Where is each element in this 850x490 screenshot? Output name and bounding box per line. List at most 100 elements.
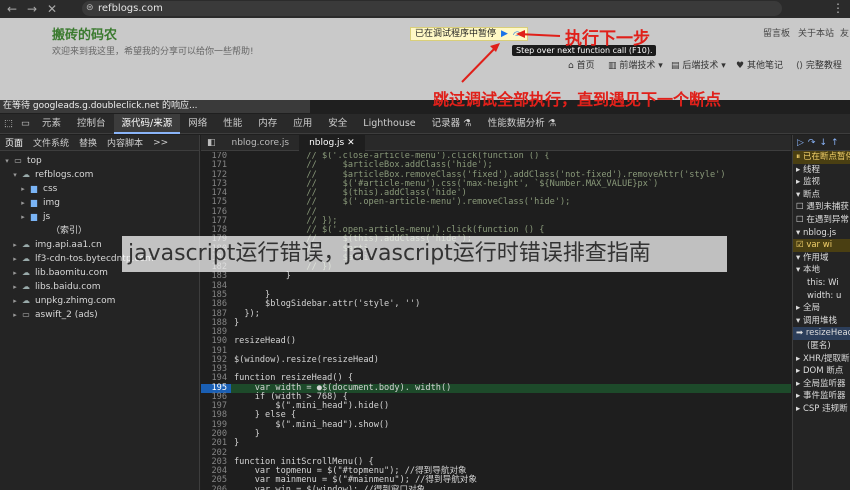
tree-item[interactable]: ▾ ▭ top <box>0 154 199 168</box>
tab-sources[interactable]: 源代码/来源 <box>113 113 181 134</box>
code-line[interactable]: 200 } <box>201 429 791 439</box>
tab-recorder[interactable]: 记录器 ⚗ <box>424 114 480 134</box>
expand-arrow-icon[interactable]: ▸ <box>18 210 28 224</box>
editor-tabbar: ◧ nblog.core.js nblog.js ✕ <box>201 134 791 151</box>
toggle-navigator-icon[interactable]: ◧ <box>201 135 222 151</box>
tab-lighthouse[interactable]: Lighthouse <box>355 114 423 134</box>
code-line[interactable]: 199 $(".mini_head").show() <box>201 420 791 430</box>
line-source: $(window).resize(resizeHead) <box>234 354 379 365</box>
tree-item-label: css <box>43 184 58 194</box>
debugger-row[interactable]: this: Wi <box>793 277 850 290</box>
debugger-row[interactable]: ➡ resizeHead <box>793 327 850 340</box>
debugger-row[interactable]: (匿名) <box>793 340 850 353</box>
debugger-row[interactable]: ▸ 全局 <box>793 302 850 315</box>
line-source: } <box>234 271 291 282</box>
expand-arrow-icon[interactable]: ▸ <box>10 280 20 294</box>
tab-performance[interactable]: 性能 <box>215 114 250 134</box>
expand-arrow-icon[interactable]: ▾ <box>2 154 12 168</box>
debugger-row[interactable]: ☐ 在遇到异常 <box>793 214 850 227</box>
folder-icon: ▆ <box>30 212 38 221</box>
code-line[interactable]: 184 <box>201 281 791 291</box>
debugger-row[interactable]: ▸ 全局监听器 <box>793 378 850 391</box>
debugger-sidebar: ▷ ↷ ↓ ↑ ⏸ 已在断点暂停 ▸ 线程 ▸ 监视 ▾ 断点 ☐ 遇到未捕获 ☐ 在遇到… <box>792 135 850 490</box>
code-line[interactable]: 183 } <box>201 271 791 282</box>
code-line[interactable]: 188} <box>201 317 791 328</box>
subtab-overrides[interactable]: 替换 <box>74 136 102 149</box>
line-source: } <box>234 317 240 328</box>
debugger-row[interactable]: ▾ 本地 <box>793 264 850 277</box>
code-line[interactable]: 190 resizeHead() <box>201 337 791 347</box>
code-line[interactable]: 206 var win = $(window); //得到窗口对象 <box>201 484 791 490</box>
step-over-icon[interactable]: ↷ <box>808 138 816 148</box>
expand-arrow-icon[interactable]: ▸ <box>10 238 20 252</box>
debugger-row[interactable]: ⏸ 已在断点暂停 <box>793 151 850 164</box>
debugger-row[interactable]: ▸ DOM 断点 <box>793 365 850 378</box>
tree-item[interactable]: ▾ ☁ refblogs.com <box>0 168 199 182</box>
tree-item[interactable]: ▸ ▆ js <box>0 210 199 224</box>
debugger-row[interactable]: ☑ var wi <box>793 239 850 252</box>
tree-item-label: top <box>27 156 42 166</box>
tab-performance-insights[interactable]: 性能数据分析 ⚗ <box>480 114 565 134</box>
subtab-more[interactable]: >> <box>148 138 173 148</box>
code-line[interactable]: 192 $(window).resize(resizeHead) <box>201 354 791 365</box>
code-line[interactable]: 201} <box>201 438 791 448</box>
dt-device-icon[interactable]: ▭ <box>17 114 34 134</box>
expand-arrow-icon[interactable]: ▸ <box>18 182 28 196</box>
tree-item-label: unpkg.zhimg.com <box>35 296 116 306</box>
debugger-row[interactable]: ▸ 监视 <box>793 176 850 189</box>
navigator-subtabs: 页面 文件系统 替换 内容脚本 >> <box>0 135 199 151</box>
tree-item-label: aswift_2 (ads) <box>35 310 98 320</box>
cloud-icon: ☁ <box>22 170 30 179</box>
expand-arrow-icon[interactable]: ▸ <box>10 308 20 322</box>
tab-console[interactable]: 控制台 <box>69 114 114 134</box>
expand-arrow-icon[interactable]: ▾ <box>10 168 20 182</box>
tree-item[interactable]: ▸ ▭ aswift_2 (ads) <box>0 308 199 322</box>
code-line[interactable]: 186 $blogSidebar.attr('style', '') <box>201 299 791 309</box>
tree-item[interactable]: ▸ ▆ img <box>0 196 199 210</box>
debugger-row[interactable]: ▸ 线程 <box>793 164 850 177</box>
tab-network[interactable]: 网络 <box>180 114 215 134</box>
dt-inspect-icon[interactable]: ⬚ <box>0 114 17 134</box>
tab-memory[interactable]: 内存 <box>250 114 285 134</box>
debugger-row[interactable]: ▾ 调用堆栈 <box>793 315 850 328</box>
frame-icon: ▭ <box>22 310 30 319</box>
expand-arrow-icon[interactable]: ▸ <box>10 266 20 280</box>
tab-application[interactable]: 应用 <box>285 114 320 134</box>
subtab-page[interactable]: 页面 <box>0 136 28 149</box>
expand-arrow-icon[interactable]: ▸ <box>18 196 28 210</box>
tree-item[interactable]: ▸ ☁ libs.baidu.com <box>0 280 199 294</box>
cloud-icon: ☁ <box>22 282 30 291</box>
step-into-icon[interactable]: ↓ <box>819 138 827 148</box>
folder-icon: ▆ <box>30 184 38 193</box>
expand-arrow-icon[interactable]: ▸ <box>10 294 20 308</box>
code-line[interactable]: 187 }); <box>201 309 791 319</box>
subtab-content-scripts[interactable]: 内容脚本 <box>102 136 148 149</box>
cloud-icon: ☁ <box>22 240 30 249</box>
tree-item-label: （索引） <box>51 226 88 236</box>
line-source: var win = $(window); //得到窗口对象 <box>234 484 426 490</box>
debugger-row[interactable]: ▸ XHR/提取断 <box>793 353 850 366</box>
resume-icon[interactable]: ▷ <box>797 138 804 148</box>
debugger-row[interactable]: ▸ CSP 违规断 <box>793 403 850 416</box>
expand-arrow-icon[interactable]: ▸ <box>10 252 20 266</box>
line-number[interactable]: 206 <box>201 485 231 490</box>
debugger-row[interactable]: width: u <box>793 290 850 303</box>
debugger-row[interactable]: ▾ nblog.js <box>793 227 850 240</box>
tab-elements[interactable]: 元素 <box>34 114 69 134</box>
debugger-sections: ⏸ 已在断点暂停 ▸ 线程 ▸ 监视 ▾ 断点 ☐ 遇到未捕获 ☐ 在遇到异常 ▾ nblo… <box>793 151 850 415</box>
tab-security[interactable]: 安全 <box>320 114 355 134</box>
debugger-row[interactable]: ☐ 遇到未捕获 <box>793 201 850 214</box>
debugger-row[interactable]: ▾ 断点 <box>793 189 850 202</box>
tree-item[interactable]: ▸ ▆ css <box>0 182 199 196</box>
debugger-row[interactable]: ▸ 事件监听器 <box>793 390 850 403</box>
sources-navigator: 页面 文件系统 替换 内容脚本 >> ▾ ▭ top ▾ ☁ refblogs.com ▸ ▆… <box>0 135 200 490</box>
debugger-row[interactable]: ▾ 作用域 <box>793 252 850 265</box>
tree-item[interactable]: ▸ ☁ unpkg.zhimg.com <box>0 294 199 308</box>
annotation-resume: 跳过调试全部执行，直到遇见下一个断点 <box>433 90 722 109</box>
code-editor: ◧ nblog.core.js nblog.js ✕ 170 // $('.cl… <box>201 134 791 490</box>
step-out-icon[interactable]: ↑ <box>831 138 839 148</box>
subtab-filesystem[interactable]: 文件系统 <box>28 136 74 149</box>
editor-tab-nblog-core[interactable]: nblog.core.js <box>222 135 300 151</box>
code-lines[interactable]: 170 // $('.close-article-menu').click(fu… <box>201 152 791 490</box>
editor-tab-nblog[interactable]: nblog.js ✕ <box>299 134 365 151</box>
